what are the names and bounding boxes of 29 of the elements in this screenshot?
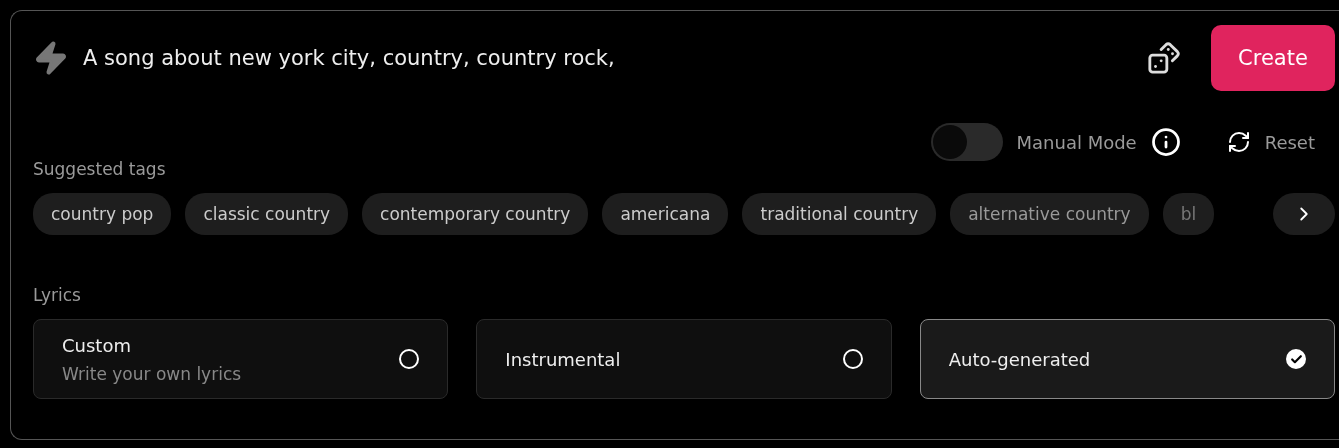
- option-title: Auto-generated: [948, 348, 1091, 370]
- tag-chip[interactable]: country pop: [33, 193, 172, 235]
- radio-button[interactable]: [842, 349, 863, 369]
- lyrics-option-card[interactable]: Auto-generated: [919, 319, 1335, 399]
- check-icon: [1289, 352, 1303, 366]
- manual-mode-toggle[interactable]: [930, 123, 1003, 161]
- tag-chip[interactable]: traditional country: [742, 193, 937, 235]
- reset-button[interactable]: Reset: [1220, 129, 1321, 155]
- tag-chip[interactable]: alternative country: [950, 193, 1149, 235]
- manual-mode-label: Manual Mode: [1016, 131, 1137, 153]
- dice-icon[interactable]: [1147, 41, 1181, 75]
- radio-button[interactable]: [1286, 349, 1306, 369]
- info-icon[interactable]: [1150, 127, 1181, 157]
- refresh-icon: [1226, 130, 1251, 154]
- section-label: Lyrics: [33, 285, 82, 305]
- tag-chip[interactable]: contemporary country: [362, 193, 589, 235]
- option-subtitle: Write your own lyrics: [62, 363, 242, 384]
- lyrics-option-card[interactable]: Custom Write your own lyrics: [33, 319, 449, 399]
- prompt-input[interactable]: A song about new york city, country, country rock,: [83, 46, 1133, 70]
- option-title: Instrumental: [505, 348, 621, 370]
- tag-chip[interactable]: classic country: [185, 193, 349, 235]
- lightning-icon: [33, 40, 69, 76]
- create-button[interactable]: Create: [1211, 25, 1335, 91]
- lyrics-option-card[interactable]: Instrumental: [476, 319, 892, 399]
- tag-chip[interactable]: bl: [1162, 193, 1215, 235]
- section-label: Suggested tags: [33, 159, 167, 179]
- option-title: Custom: [62, 334, 132, 356]
- tag-chip[interactable]: americana: [602, 193, 729, 235]
- radio-button[interactable]: [399, 349, 420, 369]
